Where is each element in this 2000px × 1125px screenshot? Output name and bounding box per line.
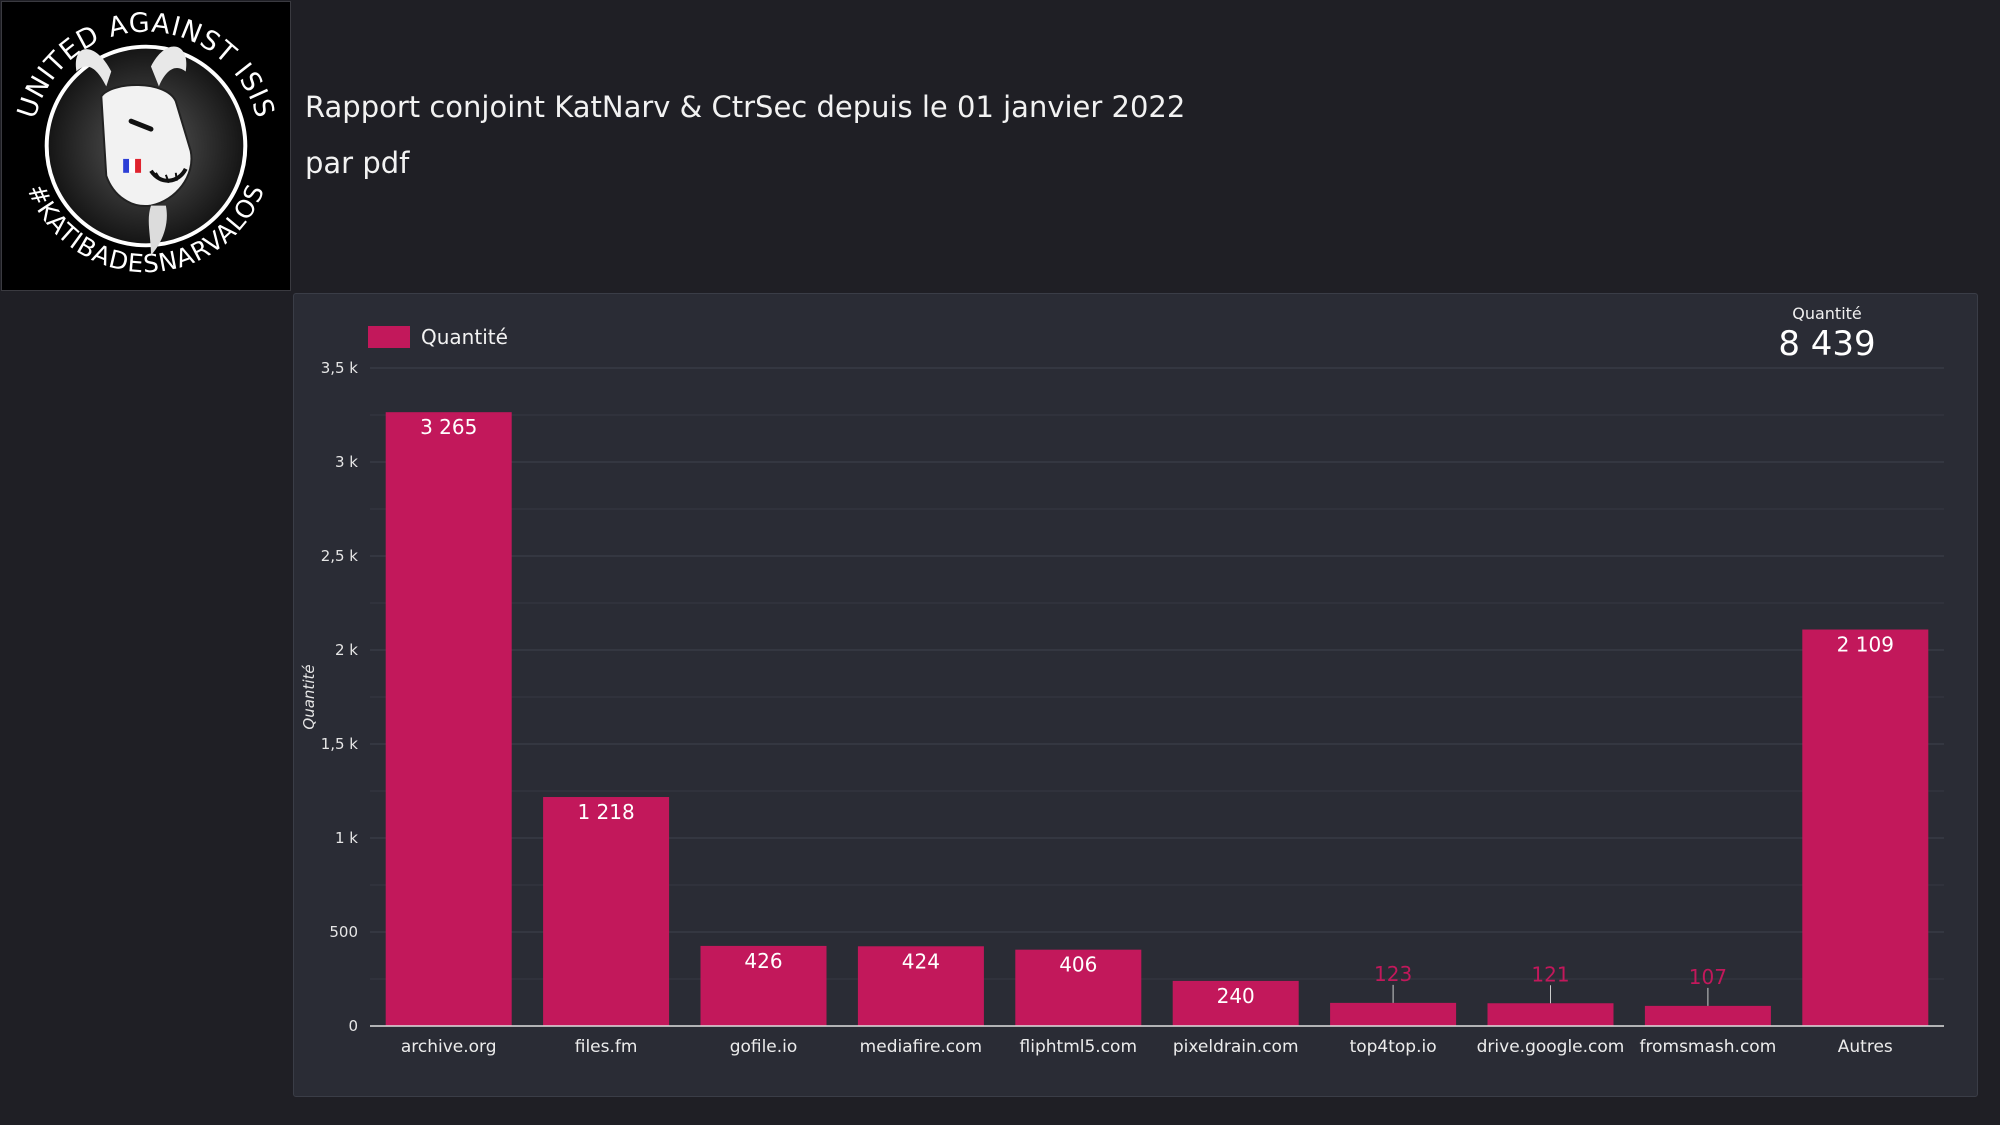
- report-subtitle: par pdf: [305, 146, 410, 180]
- kpi-value: 8 439: [1778, 324, 1876, 364]
- x-tick-label: gofile.io: [730, 1037, 798, 1057]
- x-tick-label: Autres: [1838, 1037, 1893, 1057]
- y-tick-label: 3,5 k: [321, 359, 359, 377]
- bar-drive.google.com: [1487, 1003, 1614, 1026]
- y-axis-label: Quantité: [300, 664, 318, 729]
- x-tick-label: mediafire.com: [860, 1037, 982, 1057]
- x-tick-label: fliphtml5.com: [1020, 1037, 1137, 1057]
- y-tick-label: 2 k: [335, 641, 358, 659]
- x-tick-label: archive.org: [401, 1037, 497, 1057]
- y-tick-label: 1 k: [335, 829, 358, 847]
- legend-label: Quantité: [421, 325, 508, 349]
- bar-fromsmash.com: [1644, 1005, 1771, 1026]
- x-tick-label: top4top.io: [1350, 1037, 1437, 1057]
- data-label: 240: [1217, 984, 1255, 1008]
- chart-panel: 0 500 1 k 1,5 k 2 k 2,5 k 3 k 3,5 k Quantité Quan…: [293, 293, 1978, 1097]
- x-tick-label: fromsmash.com: [1640, 1037, 1777, 1057]
- bar-archive.org: [385, 412, 512, 1026]
- x-tick-label: drive.google.com: [1477, 1037, 1625, 1057]
- katiba-logo: UNITED AGAINST ISIS #KATIBADESNARVALOS: [1, 1, 291, 291]
- data-label: 123: [1374, 962, 1412, 986]
- bar-files.fm: [543, 797, 670, 1026]
- data-label: 424: [902, 949, 940, 973]
- kpi-label: Quantité: [1792, 304, 1862, 323]
- y-tick-label: 1,5 k: [321, 735, 359, 753]
- x-tick-label: pixeldrain.com: [1173, 1037, 1299, 1057]
- data-label: 107: [1689, 965, 1727, 989]
- bar-chart: 0 500 1 k 1,5 k 2 k 2,5 k 3 k 3,5 k Quantité Quan…: [300, 325, 1944, 1057]
- data-label: 2 109: [1837, 633, 1894, 657]
- bar-top4top.io: [1330, 1002, 1457, 1026]
- data-label: 406: [1059, 953, 1097, 977]
- data-label: 426: [744, 949, 782, 973]
- y-tick-label: 500: [329, 923, 358, 941]
- y-tick-label: 3 k: [335, 453, 358, 471]
- y-tick-label: 2,5 k: [321, 547, 359, 565]
- bar-Autres: [1802, 629, 1929, 1026]
- legend-swatch: [368, 326, 410, 348]
- data-label: 3 265: [420, 415, 477, 439]
- data-label: 1 218: [577, 800, 634, 824]
- report-title: Rapport conjoint KatNarv & CtrSec depuis…: [305, 90, 1186, 124]
- y-tick-label: 0: [348, 1017, 358, 1035]
- data-label: 121: [1531, 962, 1569, 986]
- x-tick-label: files.fm: [575, 1037, 638, 1057]
